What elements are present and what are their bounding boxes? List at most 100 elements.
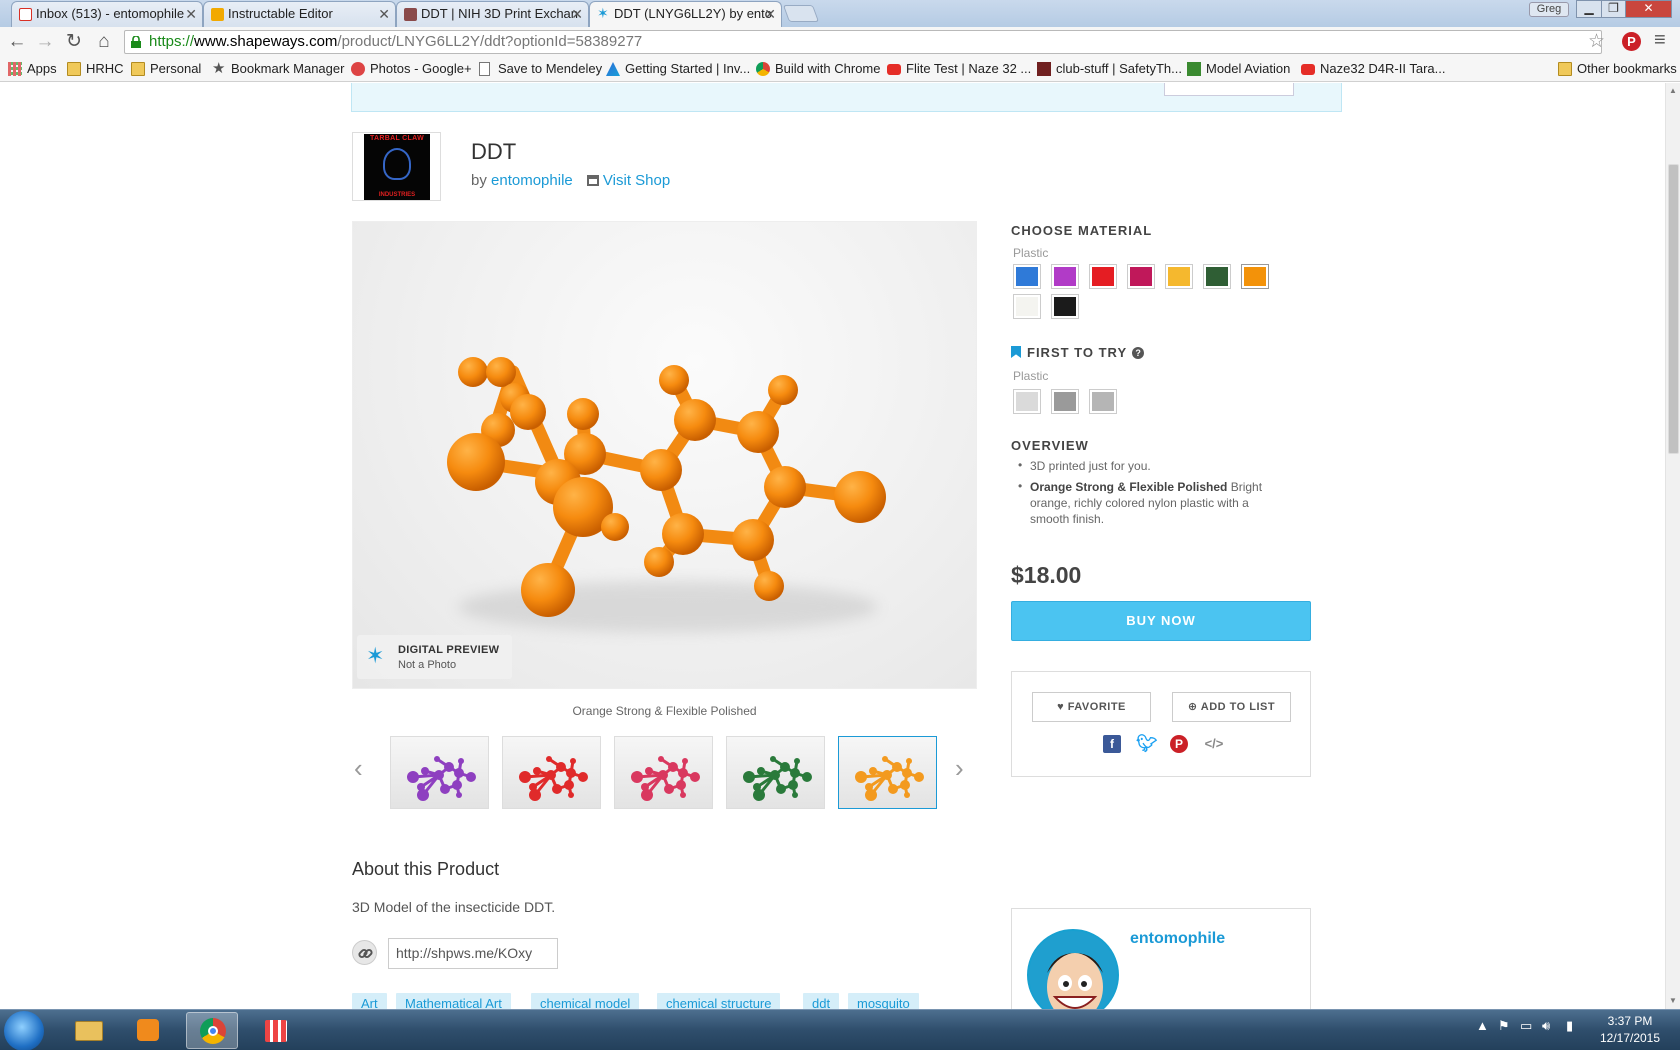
- molecule-atom: [900, 780, 910, 790]
- close-tab-icon[interactable]: ✕: [185, 2, 197, 26]
- help-icon[interactable]: ?: [1132, 347, 1145, 359]
- chrome-menu-icon[interactable]: ≡: [1654, 29, 1666, 52]
- tag-mosquito[interactable]: mosquito: [848, 993, 919, 1009]
- scroll-up-icon[interactable]: ▲: [1669, 86, 1677, 95]
- thumbnail-purple[interactable]: [390, 736, 489, 809]
- network-icon[interactable]: ▮: [1566, 1018, 1573, 1034]
- bookmark-build-chrome[interactable]: Build with Chrome: [756, 61, 881, 77]
- bookmark-apps[interactable]: Apps: [8, 61, 57, 77]
- bookmark-mendeley[interactable]: Save to Mendeley: [479, 61, 602, 77]
- tray-expand-icon[interactable]: ▲: [1476, 1018, 1489, 1033]
- thumbnail-orange[interactable]: [838, 736, 937, 809]
- material-swatch[interactable]: [1013, 264, 1041, 289]
- molecule-atom: [631, 771, 643, 783]
- embed-code-icon[interactable]: </>: [1202, 735, 1226, 753]
- apps-launcher-icon[interactable]: [250, 1012, 302, 1049]
- tag-art[interactable]: Art: [352, 993, 387, 1009]
- thumbnail-pink[interactable]: [614, 736, 713, 809]
- minimize-button[interactable]: ▁: [1576, 0, 1602, 18]
- tag-chemical-model[interactable]: chemical model: [531, 993, 640, 1009]
- bookmark-flite-test[interactable]: Flite Test | Naze 32 ...: [887, 61, 1031, 77]
- bookmark-getting-started[interactable]: Getting Started | Inv...: [606, 61, 750, 77]
- bookmark-naze32[interactable]: Naze32 D4R-II Tara...: [1301, 61, 1445, 77]
- visit-shop-link[interactable]: Visit Shop: [603, 172, 670, 189]
- new-tab-button[interactable]: [782, 5, 820, 22]
- volume-icon[interactable]: 🔊︎: [1542, 1018, 1550, 1034]
- close-tab-icon[interactable]: ✕: [378, 2, 390, 26]
- bookmark-manager[interactable]: ★ Bookmark Manager: [212, 61, 344, 77]
- tab-instructables[interactable]: Instructable Editor ✕: [203, 1, 396, 27]
- material-swatch[interactable]: [1013, 294, 1041, 319]
- twitter-icon[interactable]: 🐦︎: [1136, 735, 1158, 753]
- bookmark-model-aviation[interactable]: Model Aviation: [1187, 61, 1290, 77]
- product-preview-image[interactable]: ✶ DIGITAL PREVIEW Not a Photo: [352, 221, 977, 689]
- close-tab-icon[interactable]: ✕: [571, 2, 583, 26]
- media-player-icon[interactable]: [122, 1012, 174, 1049]
- scroll-down-icon[interactable]: ▼: [1669, 996, 1677, 1005]
- shop-logo[interactable]: TARBAL CLAW INDUSTRIES: [352, 132, 441, 201]
- seller-name[interactable]: entomophile: [1130, 930, 1225, 948]
- system-clock[interactable]: 3:37 PM 12/17/2015: [1590, 1013, 1670, 1047]
- reload-icon[interactable]: ↻: [62, 30, 86, 54]
- first-to-try-swatch[interactable]: [1089, 389, 1117, 414]
- tag-ddt[interactable]: ddt: [803, 993, 840, 1009]
- tab-gmail[interactable]: Inbox (513) - entomophile ✕: [11, 1, 203, 27]
- action-center-icon[interactable]: ⚑: [1498, 1018, 1510, 1034]
- bookmark-photos[interactable]: Photos - Google+: [351, 61, 472, 77]
- bookmark-hrhc[interactable]: HRHC: [67, 61, 124, 77]
- tag-mathematical-art[interactable]: Mathematical Art: [396, 993, 511, 1009]
- swatch-color: [1206, 267, 1228, 286]
- material-swatch[interactable]: [1165, 264, 1193, 289]
- tab-shapeways[interactable]: ✶ DDT (LNYG6LL2Y) by ento ✕: [589, 1, 782, 27]
- chevron-left-icon[interactable]: ‹: [354, 755, 363, 781]
- nih-icon: [404, 8, 417, 21]
- scrollbar-thumb[interactable]: [1668, 164, 1679, 454]
- shapeways-star-icon: ✶: [366, 643, 385, 668]
- file-explorer-icon[interactable]: [63, 1012, 115, 1049]
- favorite-button[interactable]: ♥ FAVORITE: [1032, 692, 1151, 722]
- short-link-field[interactable]: http://shpws.me/KOxy: [388, 938, 558, 969]
- buy-now-button[interactable]: BUY NOW: [1011, 601, 1311, 641]
- bookmark-personal[interactable]: Personal: [131, 61, 201, 77]
- material-swatch[interactable]: [1203, 264, 1231, 289]
- seller-avatar[interactable]: [1027, 929, 1119, 1009]
- molecule-atom: [780, 762, 790, 772]
- close-tab-icon[interactable]: ✕: [764, 2, 776, 26]
- display-icon[interactable]: ▭: [1520, 1018, 1532, 1034]
- facebook-icon[interactable]: f: [1103, 735, 1121, 753]
- home-icon[interactable]: ⌂: [92, 30, 116, 54]
- molecule-atom: [466, 772, 476, 782]
- bookmark-star-icon[interactable]: ☆: [1588, 30, 1605, 53]
- start-button[interactable]: [4, 1011, 44, 1050]
- molecule-atom: [865, 789, 877, 801]
- other-bookmarks[interactable]: Other bookmarks: [1558, 61, 1677, 77]
- thumbnail-green[interactable]: [726, 736, 825, 809]
- pinterest-icon[interactable]: P: [1170, 735, 1188, 753]
- close-window-button[interactable]: ✕: [1625, 0, 1672, 18]
- profile-button[interactable]: Greg: [1529, 2, 1569, 17]
- first-to-try-swatch[interactable]: [1013, 389, 1041, 414]
- site-icon: [1037, 62, 1051, 76]
- bookmark-club-stuff[interactable]: club-stuff | SafetyTh...: [1037, 61, 1182, 77]
- author-link[interactable]: entomophile: [491, 172, 573, 189]
- first-to-try-swatch[interactable]: [1051, 389, 1079, 414]
- address-bar[interactable]: https://www.shapeways.com/product/LNYG6L…: [124, 30, 1602, 54]
- pinterest-extension-icon[interactable]: P: [1622, 32, 1641, 51]
- tab-nih[interactable]: DDT | NIH 3D Print Exchan ✕: [396, 1, 589, 27]
- chrome-taskbar-icon[interactable]: [186, 1012, 238, 1049]
- material-swatch[interactable]: [1051, 264, 1079, 289]
- back-arrow-icon[interactable]: ←: [5, 30, 29, 54]
- page-icon: [479, 62, 490, 76]
- maximize-button[interactable]: ❐: [1601, 0, 1626, 18]
- chevron-right-icon[interactable]: ›: [955, 755, 964, 781]
- molecule-atom: [882, 756, 888, 762]
- material-swatch[interactable]: [1051, 294, 1079, 319]
- thumbnail-red[interactable]: [502, 736, 601, 809]
- tag-chemical-structure[interactable]: chemical structure: [657, 993, 781, 1009]
- add-to-list-button[interactable]: ⊕ ADD TO LIST: [1172, 692, 1291, 722]
- page-scrollbar[interactable]: ▲ ▼: [1665, 83, 1680, 1009]
- material-swatch[interactable]: [1127, 264, 1155, 289]
- material-swatch[interactable]: [1241, 264, 1269, 289]
- material-swatch[interactable]: [1089, 264, 1117, 289]
- forward-arrow-icon[interactable]: →: [33, 30, 57, 54]
